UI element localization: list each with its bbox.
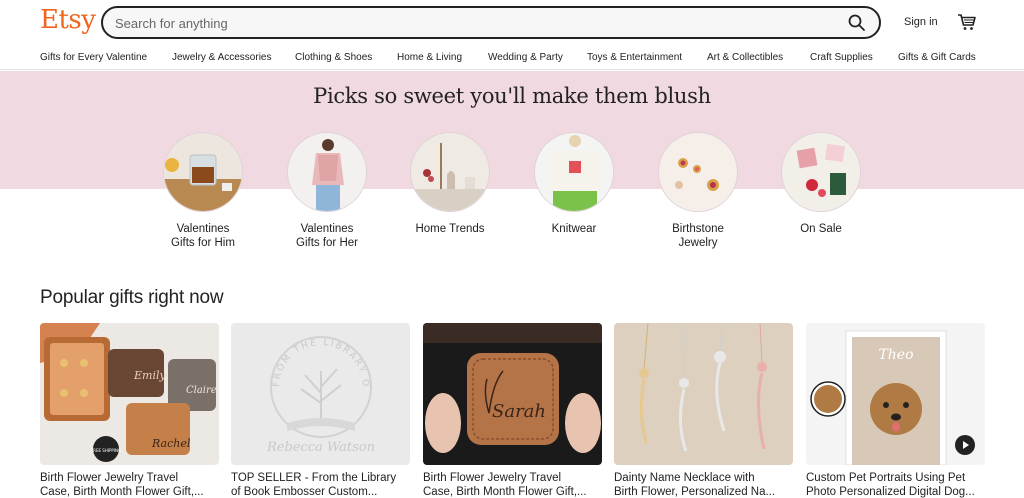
product-card[interactable]: Emily Claire Rachel FREE SHIPPING Birth … xyxy=(40,323,219,498)
category-label: Home Trends xyxy=(415,223,485,235)
category-on-sale[interactable]: On Sale xyxy=(761,132,881,236)
product-image: Theo xyxy=(806,323,985,465)
nav-item-art[interactable]: Art & Collectibles xyxy=(707,52,783,63)
nav-item-home[interactable]: Home & Living xyxy=(397,52,462,63)
category-home-trends[interactable]: Home Trends xyxy=(390,132,510,236)
product-title[interactable]: Dainty Name Necklace with Birth Flower, … xyxy=(614,471,793,498)
product-title[interactable]: TOP SELLER - From the Library of Book Em… xyxy=(231,471,410,498)
nav-item-wedding[interactable]: Wedding & Party xyxy=(488,52,563,63)
case-name-rachel: Rachel xyxy=(151,437,191,450)
nav-item-clothing[interactable]: Clothing & Shoes xyxy=(295,52,372,63)
product-title[interactable]: Birth Flower Jewelry Travel Case, Birth … xyxy=(423,471,602,498)
product-card[interactable]: Sarah Birth Flower Jewelry Travel Case, … xyxy=(423,323,602,498)
case-name-claire: Claire xyxy=(186,385,217,396)
category-image xyxy=(287,132,367,212)
cart-icon[interactable] xyxy=(957,12,977,32)
etsy-logo[interactable]: Etsy xyxy=(40,5,96,35)
category-image xyxy=(781,132,861,212)
search-icon[interactable] xyxy=(847,13,867,33)
search-input[interactable] xyxy=(115,13,815,33)
product-image xyxy=(614,323,793,465)
category-label: Knitwear xyxy=(551,223,597,235)
nav-item-gifts[interactable]: Gifts & Gift Cards xyxy=(898,52,976,63)
case-name-sarah: Sarah xyxy=(492,401,546,422)
category-knitwear[interactable]: Knitwear xyxy=(514,132,634,236)
search-bar xyxy=(101,6,881,39)
embosser-name-text: Rebecca Watson xyxy=(266,440,375,455)
nav-item-jewelry[interactable]: Jewelry & Accessories xyxy=(172,52,271,63)
category-label: Birthstone Jewelry xyxy=(672,223,724,249)
product-title[interactable]: Custom Pet Portraits Using Pet Photo Per… xyxy=(806,471,985,498)
category-label: Valentines Gifts for Her xyxy=(296,223,358,249)
category-nav: Gifts for Every Valentine Jewelry & Acce… xyxy=(0,46,1024,70)
category-image xyxy=(163,132,243,212)
category-image xyxy=(534,132,614,212)
category-birthstone-jewelry[interactable]: Birthstone Jewelry xyxy=(638,132,758,250)
play-video-icon[interactable] xyxy=(955,435,975,455)
section-title: Popular gifts right now xyxy=(40,287,224,308)
category-valentines-her[interactable]: Valentines Gifts for Her xyxy=(267,132,387,250)
product-card[interactable]: Dainty Name Necklace with Birth Flower, … xyxy=(614,323,793,498)
product-title[interactable]: Birth Flower Jewelry Travel Case, Birth … xyxy=(40,471,219,498)
category-image xyxy=(410,132,490,212)
product-card[interactable]: FROM THE LIBRARY OF Rebecca Watson TOP S… xyxy=(231,323,410,498)
product-card[interactable]: Theo Custom Pet Portraits Using Pet Phot… xyxy=(806,323,985,498)
pet-name-text: Theo xyxy=(878,347,913,363)
category-label: On Sale xyxy=(800,223,842,235)
case-name-emily: Emily xyxy=(133,369,166,382)
nav-item-valentine[interactable]: Gifts for Every Valentine xyxy=(40,52,147,63)
product-image: Emily Claire Rachel FREE SHIPPING xyxy=(40,323,219,465)
product-image: FROM THE LIBRARY OF Rebecca Watson xyxy=(231,323,410,465)
header: Etsy Sign in xyxy=(0,0,1024,45)
category-label: Valentines Gifts for Him xyxy=(171,223,235,249)
banner-title: Picks so sweet you'll make them blush xyxy=(313,84,711,108)
product-image: Sarah xyxy=(423,323,602,465)
free-shipping-stamp: FREE SHIPPING xyxy=(91,448,121,453)
sign-in-link[interactable]: Sign in xyxy=(904,16,938,28)
nav-item-craft[interactable]: Craft Supplies xyxy=(810,52,873,63)
nav-item-toys[interactable]: Toys & Entertainment xyxy=(587,52,682,63)
category-valentines-him[interactable]: Valentines Gifts for Him xyxy=(143,132,263,250)
category-image xyxy=(658,132,738,212)
